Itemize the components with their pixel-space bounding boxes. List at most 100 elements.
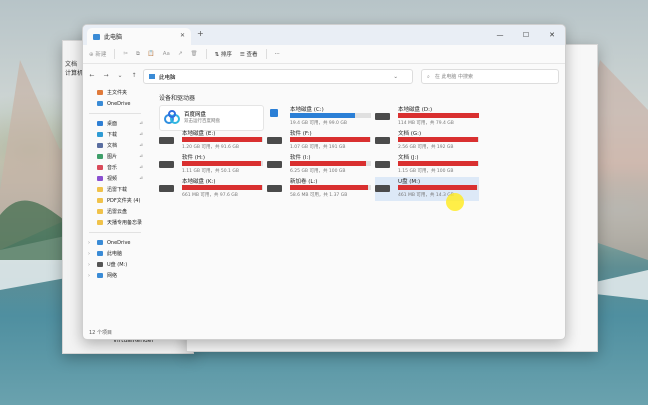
sidebar-item-label: 主文件夹 <box>107 90 128 96</box>
chevron-down-icon[interactable]: ⌄ <box>393 74 398 80</box>
drive-tile[interactable]: 新加卷 (L:) 58.6 MB 可用，共 1.37 GB <box>267 177 371 201</box>
expand-chevron-icon[interactable]: › <box>88 273 90 279</box>
drive-tile[interactable]: 本地磁盘 (E:) 1.20 GB 可用，共 91.6 GB <box>159 129 263 153</box>
pin-icon[interactable]: ⊿ <box>139 165 143 170</box>
pin-icon[interactable]: ⊿ <box>139 121 143 126</box>
sidebar-item-label: PDF文件夹 (4) <box>107 198 141 204</box>
drive-tile[interactable]: 本地磁盘 (D:) 114 MB 可用，共 79.4 GB <box>375 105 479 129</box>
drive-usage-fill <box>398 185 477 190</box>
path-segment[interactable]: 此电脑 <box>159 73 176 81</box>
drive-usage-fill <box>398 113 479 118</box>
sidebar-item[interactable]: 主文件夹 <box>83 87 147 98</box>
expand-chevron-icon[interactable]: › <box>88 251 90 257</box>
cloud-name: 百度网盘 <box>184 112 207 118</box>
ghost-label-1: 文档 <box>65 61 78 68</box>
tab-this-pc[interactable]: 此电脑 ✕ <box>87 28 191 45</box>
sidebar-tree-item[interactable]: › OneDrive <box>83 237 147 248</box>
computer-icon <box>93 33 100 40</box>
address-bar[interactable]: 此电脑 ⌄ ↻ <box>143 69 426 84</box>
drive-tile[interactable]: U盘 (M:) 461 MB 可用，共 14.3 GB <box>375 177 479 201</box>
share-icon[interactable]: ↗ <box>178 51 183 57</box>
forward-icon[interactable]: → <box>101 72 111 79</box>
pin-icon[interactable]: ⊿ <box>139 154 143 159</box>
hard-drive-icon <box>375 113 390 120</box>
new-tab-button[interactable]: + <box>197 29 204 38</box>
drive-tile[interactable]: 本地磁盘 (K:) 661 MB 可用，共 97.6 GB <box>159 177 263 201</box>
new-button[interactable]: ⊕ 新建 <box>89 50 106 58</box>
close-tab-icon[interactable]: ✕ <box>180 32 185 39</box>
recent-chevron-icon[interactable]: ⌄ <box>115 72 125 79</box>
drive-usage-bar <box>398 113 479 118</box>
hard-drive-icon <box>375 137 390 144</box>
folder-icon <box>97 220 103 225</box>
delete-icon[interactable]: 🗑 <box>191 51 198 57</box>
drive-tile[interactable]: 本地磁盘 (C:) 19.4 GB 可用，共 99.0 GB <box>267 105 371 129</box>
expand-chevron-icon[interactable]: › <box>88 262 90 268</box>
drive-usage-bar <box>398 185 479 190</box>
sidebar-item[interactable]: 音乐 ⊿ <box>83 162 147 173</box>
drive-icon <box>97 273 103 278</box>
sidebar-item-label: 文档 <box>107 143 118 149</box>
sidebar-item[interactable]: 迅雷下载 <box>83 184 147 195</box>
drive-usage-fill <box>398 137 479 142</box>
maximize-button[interactable]: ☐ <box>513 25 539 45</box>
drive-tile[interactable]: 软件 (F:) 1.07 GB 可用，共 191 GB <box>267 129 371 153</box>
sidebar-tree-item[interactable]: › U盘 (M:) <box>83 259 147 270</box>
drive-tile[interactable]: 软件 (H:) 1.11 GB 可用，共 50.1 GB <box>159 153 263 177</box>
search-placeholder: 在 此电脑 中搜索 <box>434 74 473 80</box>
hard-drive-icon <box>159 137 174 144</box>
sidebar-item[interactable]: 迅雷云盘 <box>83 206 147 217</box>
drive-tile[interactable]: 文档 (G:) 2.56 GB 可用，共 192 GB <box>375 129 479 153</box>
drive-size: 19.4 GB 可用，共 99.0 GB <box>290 121 347 126</box>
sidebar-item[interactable]: 桌面 ⊿ <box>83 118 147 129</box>
minimize-button[interactable]: — <box>487 25 513 45</box>
expand-chevron-icon[interactable]: › <box>88 240 90 246</box>
up-icon[interactable]: ↑ <box>129 72 139 79</box>
sidebar-item[interactable]: PDF文件夹 (4) <box>83 195 147 206</box>
drive-size: 2.56 GB 可用，共 192 GB <box>398 145 454 150</box>
sidebar-item[interactable]: 下载 ⊿ <box>83 129 147 140</box>
section-header-devices[interactable]: 设备和驱动器 <box>159 93 195 102</box>
sidebar-item-label: 音乐 <box>107 165 118 171</box>
copy-icon[interactable]: ⧉ <box>136 51 140 58</box>
drive-size: 114 MB 可用，共 79.4 GB <box>398 121 454 126</box>
drive-size: 1.15 GB 可用，共 100 GB <box>398 169 454 174</box>
drive-usage-bar <box>182 137 263 142</box>
divider <box>205 49 207 59</box>
rename-icon[interactable]: Aa <box>163 51 170 57</box>
paste-icon[interactable]: 📋 <box>148 51 155 57</box>
sidebar-item[interactable]: 天播专用备忘录 <box>83 217 147 228</box>
sidebar-item[interactable]: 图片 ⊿ <box>83 151 147 162</box>
pin-icon[interactable]: ⊿ <box>139 143 143 148</box>
drive-name: 文档 (G:) <box>398 131 422 137</box>
drive-name: 软件 (I:) <box>290 155 311 161</box>
drive-name: U盘 (M:) <box>398 179 421 185</box>
drive-usage-fill <box>290 137 371 142</box>
sidebar-tree-item[interactable]: › 此电脑 <box>83 248 147 259</box>
cut-icon[interactable]: ✂ <box>123 51 128 57</box>
view-button[interactable]: ☰ 查看 <box>240 50 258 58</box>
sidebar-item[interactable]: 文档 ⊿ <box>83 140 147 151</box>
sidebar-tree-item[interactable]: › 网络 <box>83 270 147 281</box>
content-pane: 设备和驱动器 百度网盘 双击运行百度网盘 本地磁盘 (C:) 19.4 GB 可用… <box>153 87 565 317</box>
pin-icon[interactable]: ⊿ <box>139 176 143 181</box>
computer-icon <box>149 74 155 79</box>
drive-icon <box>97 262 103 267</box>
hard-drive-icon <box>375 185 390 192</box>
sidebar-item[interactable]: 视频 ⊿ <box>83 173 147 184</box>
drive-usage-fill <box>290 113 355 118</box>
more-button[interactable]: ··· <box>275 51 280 57</box>
pin-icon[interactable]: ⊿ <box>139 132 143 137</box>
sidebar-item[interactable]: OneDrive <box>83 98 147 109</box>
sidebar-item-label: 图片 <box>107 154 118 160</box>
sidebar-item-label: OneDrive <box>107 100 131 107</box>
close-button[interactable]: ✕ <box>539 25 565 45</box>
back-icon[interactable]: ← <box>87 72 97 79</box>
drive-tile[interactable]: 文档 (J:) 1.15 GB 可用，共 100 GB <box>375 153 479 177</box>
drive-tile[interactable]: 软件 (I:) 6.25 GB 可用，共 100 GB <box>267 153 371 177</box>
baidu-netdisk-tile[interactable]: 百度网盘 双击运行百度网盘 <box>159 105 264 131</box>
sidebar-item-label: 桌面 <box>107 121 118 127</box>
search-input[interactable]: ⌕ 在 此电脑 中搜索 <box>421 69 559 84</box>
sort-button[interactable]: ⇅ 排序 <box>215 50 232 58</box>
hard-drive-icon <box>267 161 282 168</box>
